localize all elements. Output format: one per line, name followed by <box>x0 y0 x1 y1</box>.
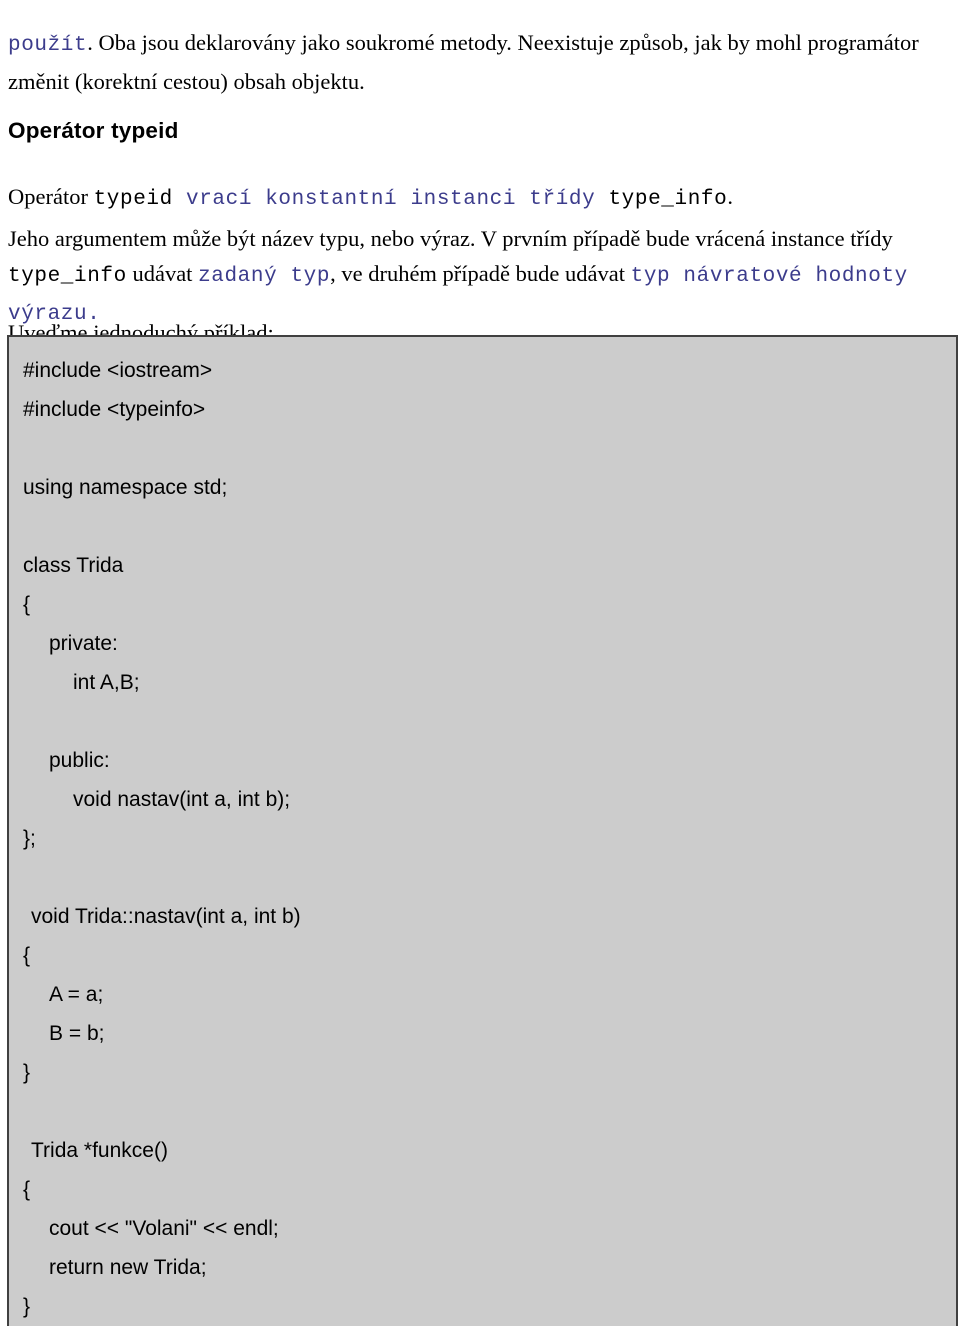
code-line: { <box>23 944 31 967</box>
code-line: B = b; <box>49 1022 105 1045</box>
paragraph-intro: použít. Oba jsou deklarovány jako soukro… <box>8 25 954 100</box>
code-line: class Trida <box>23 554 124 577</box>
paragraph-argument-part3: udávat <box>126 260 199 286</box>
code-line: using namespace std; <box>23 476 228 499</box>
code-line: }; <box>23 827 36 850</box>
code-line: int A,B; <box>73 671 140 694</box>
code-line: return new Trida; <box>49 1256 207 1279</box>
inline-code-type-info-2: type_info <box>8 264 127 288</box>
code-line: cout << "Volani" << endl; <box>49 1217 279 1240</box>
code-line: } <box>23 1061 31 1084</box>
inline-code-zadany-typ: zadaný typ <box>198 264 331 288</box>
code-line: void nastav(int a, int b); <box>73 788 291 811</box>
code-line: private: <box>49 632 118 655</box>
code-line: public: <box>49 749 110 772</box>
code-line: #include <typeinfo> <box>23 398 206 421</box>
code-line: #include <iostream> <box>23 359 213 382</box>
inline-code-vraci-konstantni: vrací konstantní instanci třídy <box>186 187 609 211</box>
paragraph-typeid-part1: Operátor <box>8 183 94 209</box>
inline-code-typeid: typeid <box>93 187 187 211</box>
code-line: { <box>23 1178 31 1201</box>
paragraph-intro-text: . Oba jsou deklarovány jako soukromé met… <box>8 29 919 94</box>
section-heading-operator-typeid: Operátor typeid <box>8 117 179 143</box>
paragraph-typeid: Operátor typeid vrací konstantní instanc… <box>8 179 954 218</box>
paragraph-argument-part5: , ve druhém případě bude udávat <box>330 260 631 286</box>
code-line: } <box>23 1295 31 1318</box>
code-line: void Trida::nastav(int a, int b) <box>31 905 301 928</box>
code-line: Trida *funkce() <box>31 1139 168 1162</box>
code-line: A = a; <box>49 983 104 1006</box>
inline-code-type-info: type_info <box>608 187 728 211</box>
code-listing-block: #include <iostream> #include <typeinfo> u… <box>7 335 958 1326</box>
document-page: použít. Oba jsou deklarovány jako soukro… <box>0 0 960 1326</box>
paragraph-argument-part1: Jeho argumentem může být název typu, neb… <box>8 225 893 251</box>
code-line: { <box>23 593 31 616</box>
paragraph-typeid-part5: . <box>727 183 733 209</box>
inline-code-pouzit: použít <box>8 33 88 57</box>
